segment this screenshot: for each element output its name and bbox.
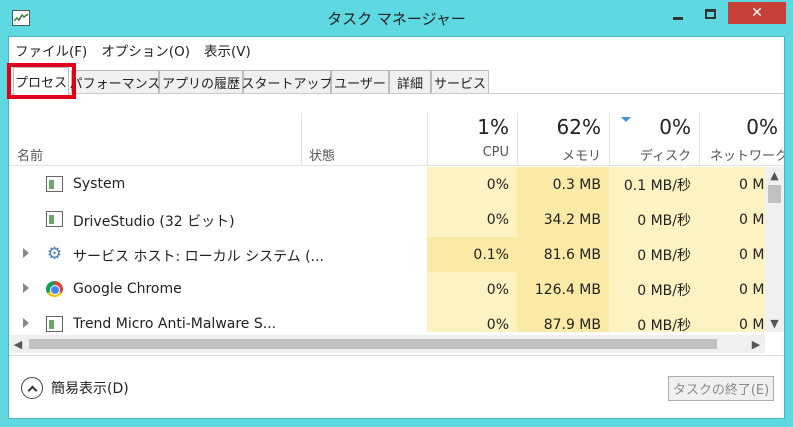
column-disk[interactable]: 0% ディスク — [609, 113, 699, 166]
process-name: DriveStudio (32 ビット) — [73, 214, 235, 230]
menu-view[interactable]: 表示(V) — [204, 40, 251, 60]
disk-value: 0 MB/秒 — [609, 307, 699, 332]
disk-value: 0 MB/秒 — [609, 237, 699, 272]
memory-value: 87.9 MB — [517, 307, 609, 332]
process-name: Google Chrome — [73, 281, 182, 297]
fewer-details-label: 簡易表示(D) — [51, 381, 129, 397]
expand-arrow-icon[interactable] — [23, 283, 29, 293]
scroll-right-icon[interactable]: ▶ — [747, 335, 765, 353]
vertical-scrollbar[interactable]: ▲ ▼ — [765, 167, 784, 332]
sort-indicator-icon — [621, 117, 631, 122]
tab-details[interactable]: 詳細 — [389, 70, 431, 93]
close-button[interactable]: ✕ — [728, 2, 786, 24]
tab-services[interactable]: サービス — [431, 70, 489, 93]
network-value: 0 Mb — [699, 307, 765, 332]
table-row[interactable]: Google Chrome 0% 126.4 MB 0 MB/秒 0 Mb — [9, 272, 765, 307]
close-icon: ✕ — [751, 5, 763, 21]
network-value: 0 Mb — [699, 272, 765, 307]
column-status-label: 状態 — [309, 149, 336, 164]
chrome-icon — [46, 281, 63, 297]
window-icon — [46, 211, 63, 227]
scroll-up-icon[interactable]: ▲ — [765, 167, 784, 184]
disk-total-percent: 0% — [659, 115, 691, 139]
tab-processes[interactable]: プロセス — [13, 67, 69, 95]
fewer-details-button[interactable]: 簡易表示(D) — [21, 377, 129, 399]
disk-value: 0 MB/秒 — [609, 272, 699, 307]
window-icon — [46, 176, 63, 192]
scroll-down-icon[interactable]: ▼ — [765, 315, 784, 332]
window-icon — [46, 316, 63, 332]
expand-arrow-icon[interactable] — [23, 318, 29, 328]
tab-strip: プロセス パフォーマンス アプリの履歴 スタートアップ ユーザー 詳細 サービス — [7, 63, 784, 99]
column-memory-label: メモリ — [561, 149, 601, 164]
horizontal-scrollbar[interactable]: ◀ ▶ — [9, 335, 765, 353]
process-name: System — [73, 176, 126, 192]
process-list: System 0% 0.3 MB 0.1 MB/秒 0 Mb DriveStud… — [9, 167, 765, 332]
maximize-button[interactable] — [694, 0, 726, 28]
memory-value: 0.3 MB — [517, 167, 609, 202]
column-memory[interactable]: 62% メモリ — [517, 113, 609, 166]
end-task-button[interactable]: タスクの終了(E) — [668, 376, 774, 401]
column-cpu[interactable]: 1% CPU — [427, 113, 517, 166]
table-row[interactable]: ⚙ サービス ホスト: ローカル システム (... 0.1% 81.6 MB … — [9, 237, 765, 272]
table-row[interactable]: System 0% 0.3 MB 0.1 MB/秒 0 Mb — [9, 167, 765, 202]
expand-arrow-icon[interactable] — [23, 248, 29, 258]
process-name: サービス ホスト: ローカル システム (... — [73, 249, 324, 265]
column-name-label: 名前 — [17, 149, 44, 164]
chevron-up-icon — [21, 377, 43, 399]
memory-value: 81.6 MB — [517, 237, 609, 272]
tab-startup[interactable]: スタートアップ — [242, 70, 333, 93]
footer-divider — [9, 355, 784, 356]
network-total-percent: 0% — [746, 115, 778, 139]
maximize-icon — [704, 9, 716, 19]
cpu-value: 0.1% — [427, 237, 517, 272]
menu-file[interactable]: ファイル(F) — [15, 40, 87, 60]
title-bar: タスク マネージャー ✕ — [0, 0, 793, 36]
process-name: Trend Micro Anti-Malware S... — [73, 316, 277, 332]
memory-total-percent: 62% — [556, 115, 601, 139]
column-network[interactable]: 0% ネットワーク — [699, 113, 784, 166]
cpu-value: 0% — [427, 167, 517, 202]
client-area: ファイル(F) オプション(O) 表示(V) プロセス パフォーマンス アプリの… — [7, 36, 785, 419]
tab-app-history[interactable]: アプリの履歴 — [159, 70, 243, 93]
cpu-value: 0% — [427, 202, 517, 237]
network-value: 0 Mb — [699, 167, 765, 202]
table-row[interactable]: DriveStudio (32 ビット) 0% 34.2 MB 0 MB/秒 0… — [9, 202, 765, 237]
column-disk-label: ディスク — [639, 149, 691, 164]
task-manager-window: タスク マネージャー ✕ ファイル(F) オプション(O) 表示(V) プロセス… — [0, 0, 793, 427]
column-network-label: ネットワーク — [709, 149, 784, 164]
disk-value: 0.1 MB/秒 — [609, 167, 699, 202]
tab-performance[interactable]: パフォーマンス — [70, 70, 160, 93]
network-value: 0 Mb — [699, 202, 765, 237]
disk-value: 0 MB/秒 — [609, 202, 699, 237]
minimize-icon — [673, 16, 683, 20]
cpu-total-percent: 1% — [477, 115, 509, 139]
memory-value: 34.2 MB — [517, 202, 609, 237]
scroll-left-icon[interactable]: ◀ — [9, 335, 27, 353]
horizontal-scroll-thumb[interactable] — [29, 339, 717, 349]
memory-value: 126.4 MB — [517, 272, 609, 307]
gear-icon: ⚙ — [46, 244, 63, 264]
column-name[interactable]: 名前 — [9, 113, 301, 166]
cpu-value: 0% — [427, 272, 517, 307]
menu-options[interactable]: オプション(O) — [101, 40, 190, 60]
tab-users[interactable]: ユーザー — [331, 70, 389, 93]
minimize-button[interactable] — [662, 0, 694, 28]
table-row[interactable]: Trend Micro Anti-Malware S... 0% 87.9 MB… — [9, 307, 765, 332]
network-value: 0 Mb — [699, 237, 765, 272]
cpu-value: 0% — [427, 307, 517, 332]
column-status[interactable]: 状態 — [301, 113, 427, 166]
vertical-scroll-thumb[interactable] — [768, 185, 781, 203]
column-cpu-label: CPU — [482, 145, 509, 160]
column-header: 名前 状態 1% CPU 62% メモリ 0% ディスク 0% ネットワーク — [9, 113, 784, 166]
menu-bar: ファイル(F) オプション(O) 表示(V) — [9, 37, 784, 63]
